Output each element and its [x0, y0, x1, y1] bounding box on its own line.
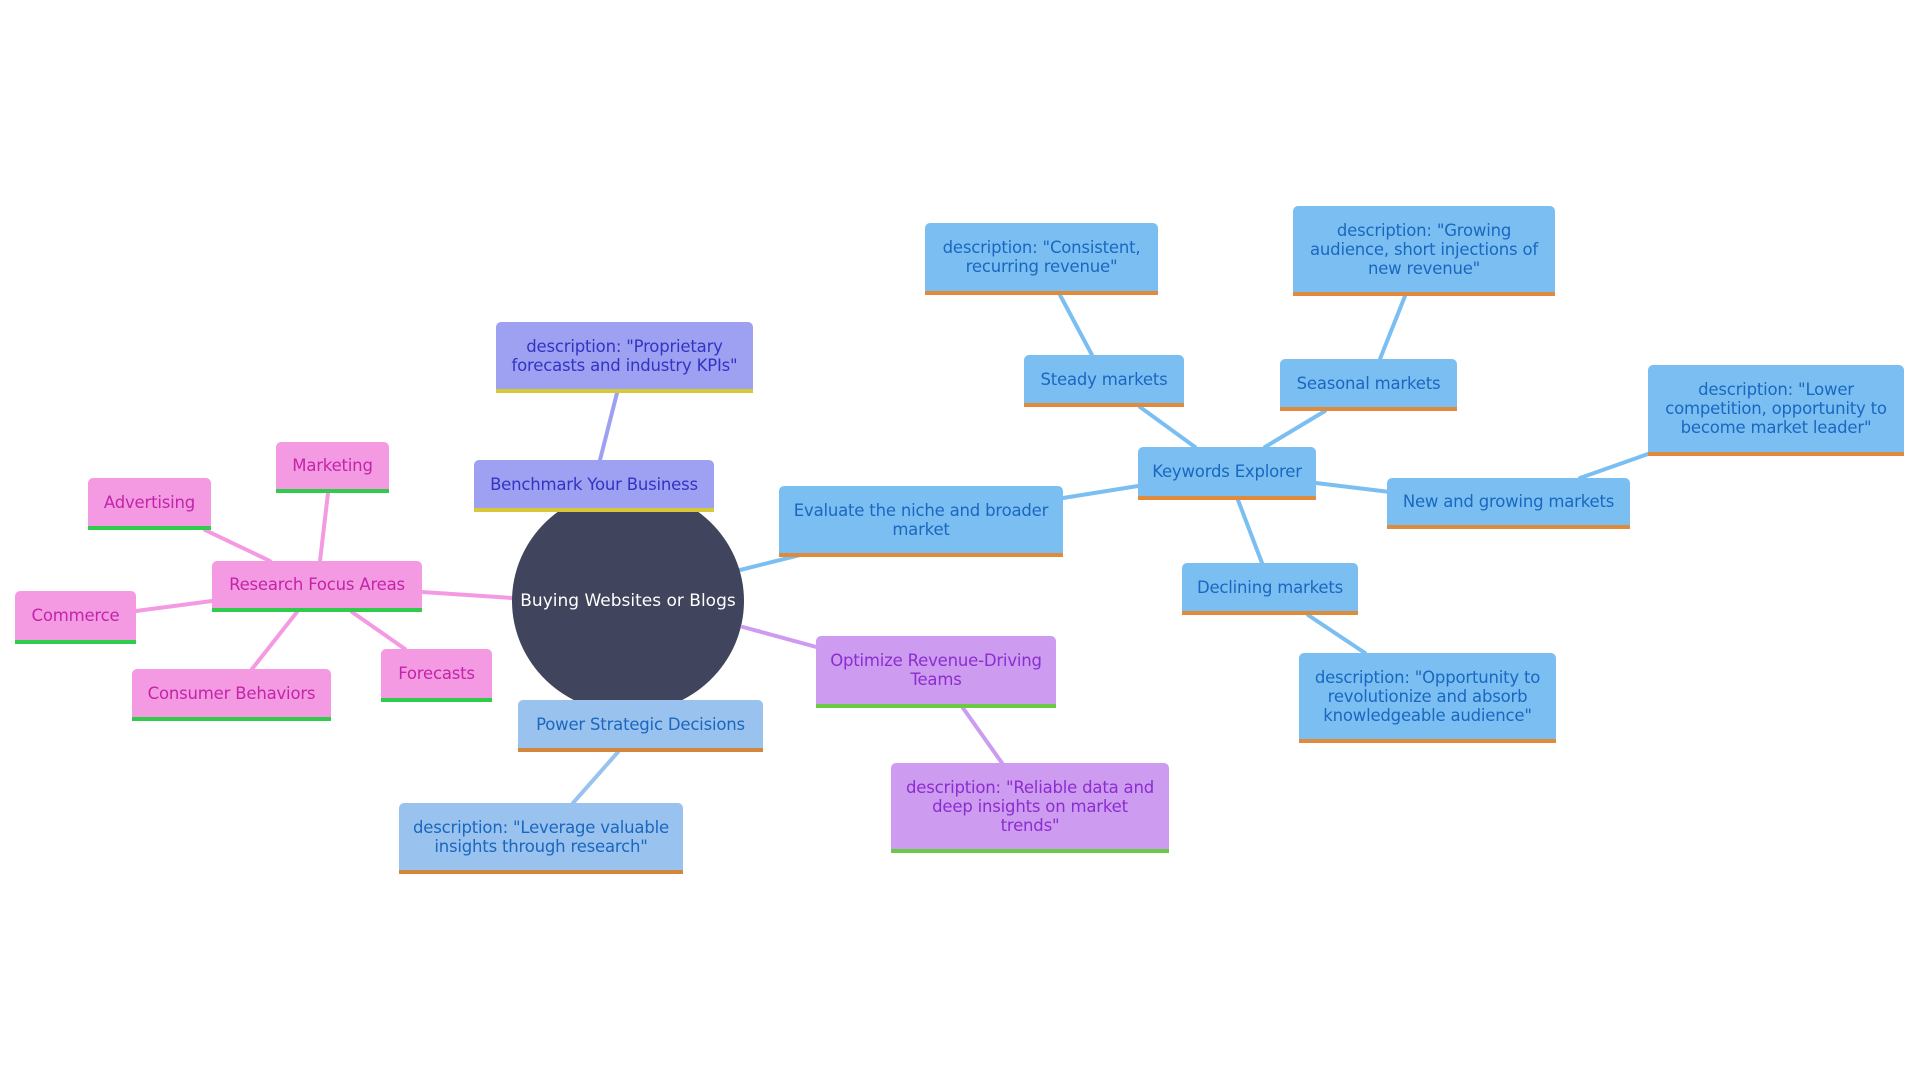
node-label: Declining markets: [1196, 577, 1344, 597]
node-benchmark-desc[interactable]: description: "Proprietary forecasts and …: [496, 322, 753, 393]
node-marketing[interactable]: Marketing: [276, 442, 389, 493]
root-label: Buying Websites or Blogs: [520, 591, 736, 611]
edge-root-optimize: [741, 625, 822, 650]
edge-research-forecasts: [350, 610, 407, 651]
node-benchmark[interactable]: Benchmark Your Business: [474, 460, 714, 512]
node-steady-desc[interactable]: description: "Consistent, recurring reve…: [925, 223, 1158, 295]
node-consumer-behaviors[interactable]: Consumer Behaviors: [132, 669, 331, 721]
node-research-focus[interactable]: Research Focus Areas: [212, 561, 422, 612]
node-label: Commerce: [31, 606, 120, 625]
node-power[interactable]: Power Strategic Decisions: [518, 700, 763, 752]
node-label: description: "Growing audience, short in…: [1310, 220, 1538, 278]
node-label: Forecasts: [398, 664, 475, 683]
node-label: Optimize Revenue-Driving Teams: [830, 651, 1042, 689]
node-seasonal-markets[interactable]: Seasonal markets: [1280, 359, 1457, 411]
edge-research-marketing: [318, 491, 330, 563]
node-label: Consumer Behaviors: [147, 683, 316, 703]
node-advertising[interactable]: Advertising: [88, 478, 211, 530]
edge-keywords-new: [1314, 481, 1392, 494]
edge-keywords-steady: [1138, 405, 1197, 449]
node-new-growing-markets[interactable]: New and growing markets: [1387, 478, 1630, 529]
edge-seasonal-desc: [1378, 294, 1407, 361]
edge-declining-desc: [1306, 613, 1367, 655]
edge-root-research: [420, 590, 514, 600]
node-label: description: "Proprietary forecasts and …: [511, 336, 738, 375]
node-declining-markets[interactable]: Declining markets: [1182, 563, 1358, 615]
node-label: Benchmark Your Business: [490, 474, 698, 494]
node-commerce[interactable]: Commerce: [15, 591, 136, 644]
root-node[interactable]: Buying Websites or Blogs: [512, 489, 744, 713]
node-label: Steady markets: [1040, 369, 1168, 389]
edge-keywords-seasonal: [1263, 409, 1327, 449]
edge-root-evaluate: [738, 553, 802, 572]
node-label: description: "Consistent, recurring reve…: [942, 238, 1141, 276]
node-label: description: "Lower competition, opportu…: [1665, 380, 1887, 437]
node-label: Seasonal markets: [1296, 373, 1441, 393]
node-label: New and growing markets: [1402, 492, 1615, 511]
node-new-growing-desc[interactable]: description: "Lower competition, opportu…: [1648, 365, 1904, 456]
node-label: description: "Reliable data and deep ins…: [906, 777, 1154, 835]
node-evaluate[interactable]: Evaluate the niche and broader market: [779, 486, 1063, 557]
node-label: Keywords Explorer: [1152, 462, 1302, 481]
edge-optimize-desc: [961, 706, 1004, 765]
edge-new-desc: [1578, 452, 1650, 480]
edge-research-advertising: [203, 528, 272, 563]
node-forecasts[interactable]: Forecasts: [381, 649, 492, 702]
edge-power-desc: [571, 750, 620, 805]
node-label: description: "Opportunity to revolutioni…: [1314, 667, 1541, 725]
node-declining-desc[interactable]: description: "Opportunity to revolutioni…: [1299, 653, 1556, 743]
edge-research-commerce: [134, 599, 214, 613]
node-keywords-explorer[interactable]: Keywords Explorer: [1138, 447, 1316, 500]
node-label: description: "Leverage valuable insights…: [413, 817, 669, 856]
edge-evaluate-keywords: [1061, 484, 1140, 500]
node-label: Research Focus Areas: [229, 575, 405, 594]
node-label: Evaluate the niche and broader market: [793, 500, 1049, 539]
edge-steady-desc: [1058, 293, 1094, 357]
node-optimize[interactable]: Optimize Revenue-Driving Teams: [816, 636, 1056, 708]
edge-research-consumer: [250, 610, 299, 671]
node-optimize-desc[interactable]: description: "Reliable data and deep ins…: [891, 763, 1169, 853]
node-power-desc[interactable]: description: "Leverage valuable insights…: [399, 803, 683, 874]
node-label: Power Strategic Decisions: [536, 714, 745, 734]
edge-benchmark-desc: [598, 391, 619, 462]
node-steady-markets[interactable]: Steady markets: [1024, 355, 1184, 407]
node-label: Marketing: [292, 456, 373, 475]
node-label: Advertising: [103, 492, 196, 512]
node-seasonal-desc[interactable]: description: "Growing audience, short in…: [1293, 206, 1555, 296]
edge-keywords-declining: [1236, 498, 1264, 565]
